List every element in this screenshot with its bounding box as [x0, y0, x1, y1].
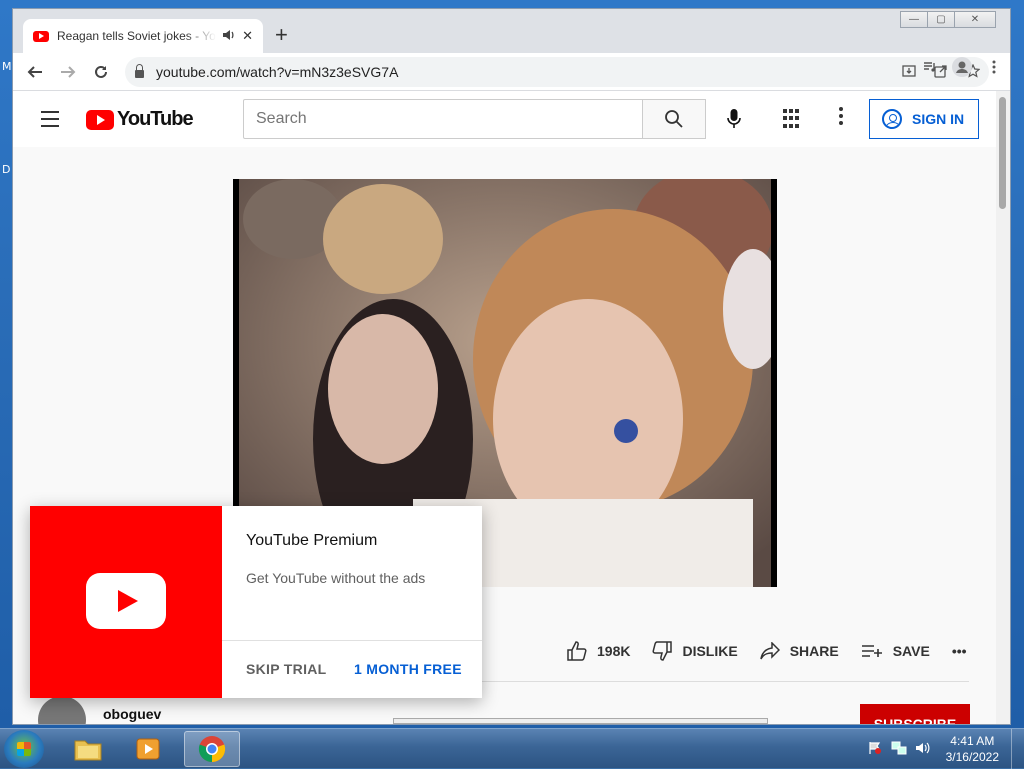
clock-date: 3/16/2022	[945, 750, 999, 764]
profile-avatar-icon[interactable]	[946, 57, 978, 80]
premium-subtitle: Get YouTube without the ads	[246, 570, 426, 586]
free-trial-button[interactable]: 1 MONTH FREE	[354, 661, 462, 677]
channel-avatar[interactable]	[38, 696, 86, 724]
taskbar: 4:41 AM 3/16/2022	[0, 728, 1024, 769]
dislike-button[interactable]: DISLIKE	[652, 641, 738, 661]
premium-promo-dialog: YouTube Premium Get YouTube without the …	[30, 506, 482, 698]
speaker-icon[interactable]	[222, 29, 236, 44]
menu-icon[interactable]	[41, 111, 59, 132]
sign-in-button[interactable]: SIGN IN	[869, 99, 979, 139]
show-desktop-button[interactable]	[1011, 729, 1024, 769]
action-center-flag-icon[interactable]	[866, 741, 884, 757]
media-player-taskbar-button[interactable]	[120, 731, 176, 767]
account-icon	[882, 109, 902, 129]
system-tray: 4:41 AM 3/16/2022	[866, 729, 1024, 769]
microphone-icon	[727, 109, 741, 128]
back-button[interactable]	[23, 60, 47, 84]
save-button[interactable]: SAVE	[861, 643, 930, 659]
browser-tab[interactable]: Reagan tells Soviet jokes - YouTube ✕	[23, 19, 263, 53]
youtube-masthead: YouTube SIGN IN	[13, 91, 998, 147]
folder-icon	[74, 740, 102, 761]
clock-time: 4:41 AM	[950, 734, 995, 748]
more-actions-button[interactable]: •••	[952, 643, 967, 659]
maximize-button[interactable]: ▢	[927, 11, 955, 28]
premium-title: YouTube Premium	[246, 532, 378, 549]
explorer-taskbar-button[interactable]	[60, 731, 116, 767]
thumbs-down-icon	[652, 641, 673, 661]
chrome-icon	[198, 736, 226, 763]
taskbar-clock[interactable]: 4:41 AM 3/16/2022	[946, 733, 999, 765]
settings-more-icon[interactable]	[839, 107, 845, 128]
youtube-logo-icon	[86, 109, 114, 130]
lock-icon[interactable]	[135, 64, 144, 78]
playlist-add-icon	[861, 645, 882, 657]
reload-button[interactable]	[89, 60, 113, 84]
like-count: 198K	[597, 643, 631, 659]
share-label: SHARE	[789, 643, 839, 659]
chrome-taskbar-button[interactable]	[184, 731, 240, 767]
start-button[interactable]	[4, 730, 44, 768]
more-actions-icon: •••	[951, 643, 967, 659]
search-icon	[665, 110, 683, 128]
subscribe-button[interactable]: SUBSCRIBE	[860, 704, 970, 724]
media-player-icon	[136, 738, 160, 760]
horizontal-scrollbar[interactable]	[393, 718, 768, 724]
premium-banner	[30, 506, 222, 698]
address-bar[interactable]: youtube.com/watch?v=mN3z3eSVG7A	[125, 57, 989, 87]
desktop-icon-label[interactable]: D	[2, 163, 10, 176]
url-text[interactable]: youtube.com/watch?v=mN3z3eSVG7A	[156, 64, 398, 80]
search-button[interactable]	[642, 99, 706, 139]
youtube-play-icon	[86, 573, 166, 629]
forward-button[interactable]	[56, 60, 80, 84]
share-button[interactable]: SHARE	[759, 642, 839, 660]
youtube-logo-text: YouTube	[117, 108, 194, 130]
volume-icon[interactable]	[914, 741, 932, 757]
sign-in-label: SIGN IN	[912, 111, 965, 127]
close-window-button[interactable]: ✕	[954, 11, 996, 28]
voice-search-button[interactable]	[719, 104, 749, 134]
save-label: SAVE	[892, 643, 930, 659]
desktop-icon-label[interactable]: M	[2, 60, 12, 73]
youtube-logo[interactable]: YouTube	[86, 108, 194, 131]
minimize-button[interactable]: —	[900, 11, 928, 28]
skip-trial-button[interactable]: SKIP TRIAL	[246, 661, 327, 677]
page-scrollbar[interactable]	[996, 91, 1010, 724]
video-actions: 198K DISLIKE SHARE SAVE •••	[567, 641, 989, 661]
tab-title: Reagan tells Soviet jokes - YouTube	[57, 29, 216, 43]
search-input[interactable]	[243, 99, 643, 139]
media-controls-icon[interactable]	[914, 60, 946, 77]
share-arrow-icon	[759, 642, 780, 660]
apps-grid-icon[interactable]	[783, 109, 803, 129]
youtube-favicon-icon	[33, 30, 49, 42]
divider	[222, 640, 482, 641]
scrollbar-thumb[interactable]	[999, 97, 1006, 209]
close-tab-icon[interactable]: ✕	[242, 28, 253, 44]
new-tab-button[interactable]: +	[275, 23, 288, 47]
browser-toolbar: youtube.com/watch?v=mN3z3eSVG7A	[13, 53, 1010, 91]
network-icon[interactable]	[890, 741, 908, 757]
browser-menu-icon[interactable]	[978, 60, 1010, 77]
tab-strip: Reagan tells Soviet jokes - YouTube ✕ + …	[13, 9, 1010, 53]
channel-name[interactable]: oboguev	[103, 706, 161, 722]
window-controls: — ▢ ✕	[900, 11, 996, 28]
thumbs-up-icon	[567, 641, 587, 661]
dislike-label: DISLIKE	[682, 643, 738, 659]
like-button[interactable]: 198K	[567, 641, 630, 661]
